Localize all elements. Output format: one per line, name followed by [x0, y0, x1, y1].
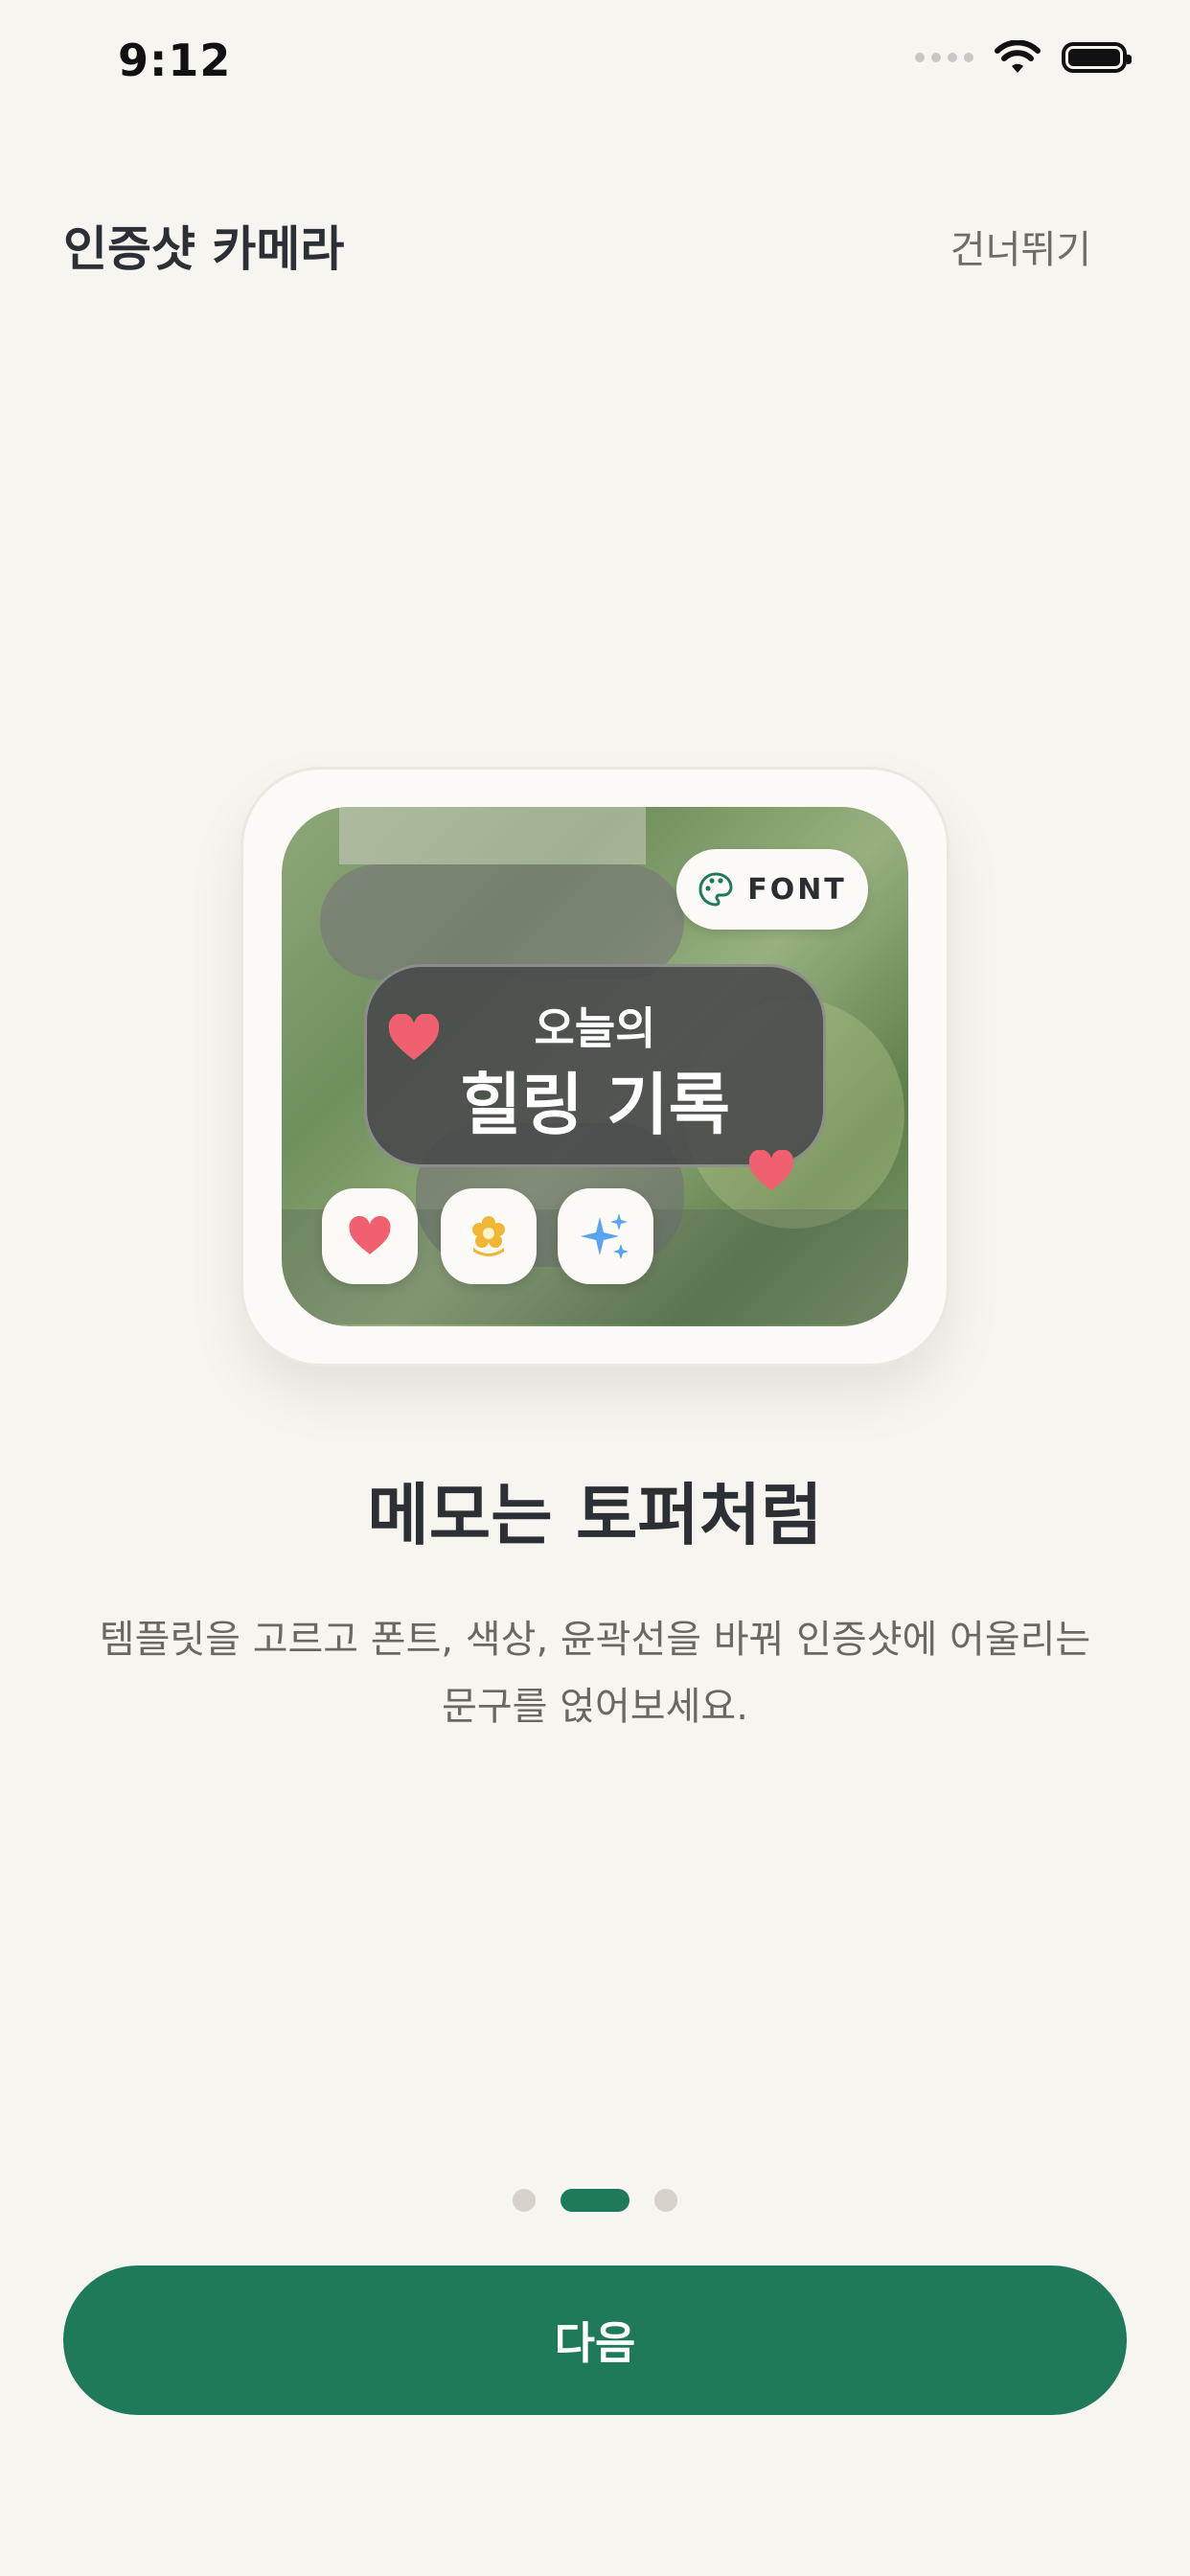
status-time: 9:12 — [118, 34, 232, 86]
font-chip-label: FONT — [747, 872, 847, 907]
heart-icon — [748, 1150, 794, 1191]
flower-icon — [472, 1216, 505, 1256]
status-icons — [915, 40, 1132, 75]
onboarding-headline: 메모는 토퍼처럼 — [367, 1476, 823, 1554]
battery-icon — [1062, 42, 1132, 73]
sparkle-icon — [581, 1213, 629, 1259]
heart-icon — [388, 1014, 440, 1060]
sparkle-sticker-button[interactable] — [558, 1188, 653, 1284]
page-dot[interactable] — [513, 2189, 536, 2212]
palette-icon — [698, 872, 733, 907]
skip-button[interactable]: 건너뛰기 — [950, 218, 1091, 274]
next-button[interactable]: 다음 — [63, 2266, 1127, 2415]
flower-sticker-button[interactable] — [441, 1188, 537, 1284]
heart-sticker-button[interactable] — [322, 1188, 418, 1284]
cellular-signal-icon — [915, 53, 973, 62]
status-bar: 9:12 — [0, 0, 1190, 134]
page-dot-active[interactable] — [561, 2189, 629, 2212]
app-title: 인증샷 카메라 — [63, 221, 345, 277]
page-indicator — [0, 2189, 1190, 2212]
memo-line-2: 힐링 기록 — [460, 1066, 730, 1144]
font-chip[interactable]: FONT — [676, 849, 868, 930]
memo-sticker[interactable]: 오늘의 힐링 기록 — [364, 964, 826, 1167]
page-dot[interactable] — [654, 2189, 677, 2212]
onboarding-description: 템플릿을 고르고 폰트, 색상, 윤곽선을 바꿔 인증샷에 어울리는 문구를 얹… — [99, 1618, 1091, 1729]
header: 인증샷 카메라 건너뛰기 — [0, 201, 1190, 288]
heart-icon — [349, 1216, 391, 1254]
wifi-icon — [995, 40, 1041, 73]
